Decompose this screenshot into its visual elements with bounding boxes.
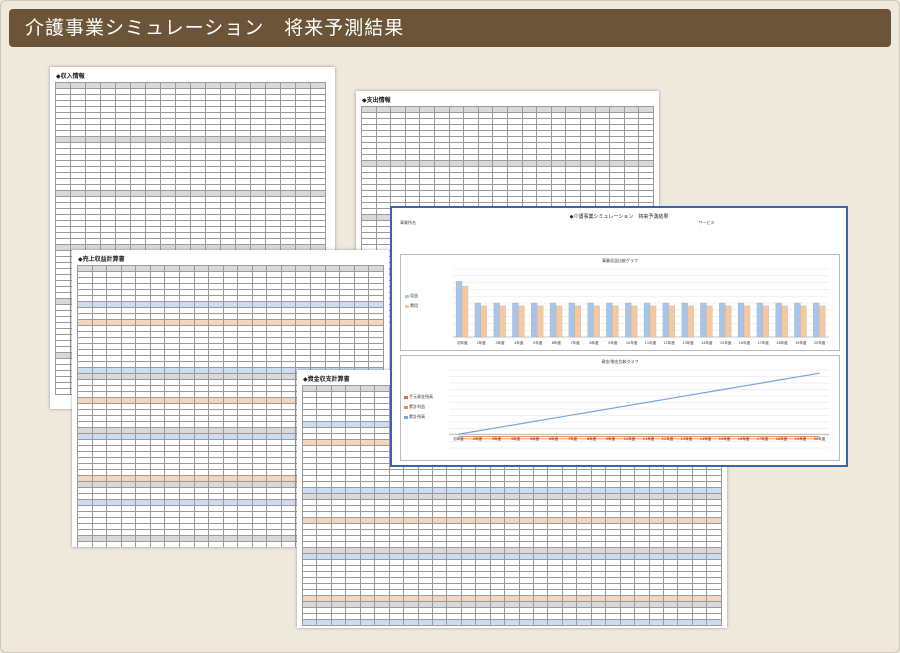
bar-chart-panel: 事業収益比較グラフ 収益 費用 初年度 2年度 3年度 4年度 5年度 6年度 7年度 8年度… (400, 254, 840, 351)
x-tick-label: 初年度 (457, 340, 468, 345)
bar (775, 302, 782, 338)
bar (593, 305, 600, 338)
bar (555, 305, 563, 338)
x-tick-label: 19年度 (795, 436, 807, 441)
x-tick-label: 13年度 (682, 340, 694, 345)
x-tick-label: 14年度 (700, 436, 712, 441)
x-tick-label: 3年度 (492, 436, 502, 441)
x-tick-label: 8年度 (587, 436, 597, 441)
bar (719, 302, 726, 338)
line-chart-panel: 資金/借金比較グラフ 手元資金残高 累計利益 累計残高 初年度 2年度 3年度 4年度… (400, 355, 840, 461)
bar (668, 305, 675, 338)
bar (700, 302, 707, 338)
x-tick-label: 17年度 (757, 340, 769, 345)
bar (455, 281, 463, 338)
x-tick-label: 9年度 (608, 340, 618, 345)
x-tick-label: 4年度 (514, 340, 524, 345)
x-tick-label: 3年度 (495, 340, 505, 345)
x-tick-label: 16年度 (739, 340, 751, 345)
bar (480, 305, 487, 338)
expense-sheet-title: ◆支出情報 (362, 97, 391, 104)
x-tick-label: 18年度 (776, 436, 788, 441)
x-tick-label: 18年度 (776, 340, 788, 345)
series-line (458, 372, 820, 435)
bar (587, 302, 594, 338)
x-tick-label: 17年度 (757, 436, 769, 441)
x-tick-label: 11年度 (643, 436, 655, 441)
x-tick-label: 5年度 (530, 436, 540, 441)
income-sheet-title: ◆収入情報 (56, 73, 85, 80)
bar (461, 285, 469, 338)
x-tick-label: 16年度 (738, 436, 750, 441)
bar (512, 302, 519, 338)
x-tick-label: 4年度 (511, 436, 521, 441)
x-tick-label: 10年度 (624, 436, 636, 441)
meta-right: サービス (698, 220, 715, 225)
bar (549, 302, 557, 338)
bar (743, 305, 751, 338)
chart-window: ◆介護事業シミュレーション 将来予測結果 事業所名 サービス 事業収益比較グラフ… (390, 206, 848, 467)
bar (681, 302, 688, 338)
bar (800, 305, 807, 338)
line-chart: 初年度 2年度 3年度 4年度 5年度 6年度 7年度 8年度 9年度 10年度 11年度 12年度 1… (449, 369, 829, 449)
bar (631, 305, 638, 338)
x-tick-label: 20年度 (814, 436, 826, 441)
bar (531, 302, 538, 338)
bar-chart: 初年度 2年度 3年度 4年度 5年度 6年度 7年度 8年度 9年度 10年度 11年度 12年度 1… (453, 268, 829, 345)
bar (649, 305, 657, 338)
bar (643, 302, 651, 338)
bar (662, 302, 669, 338)
x-tick-label: 20年度 (814, 340, 826, 345)
x-tick-label: 6年度 (552, 340, 562, 345)
bar (737, 302, 745, 338)
bar (499, 305, 506, 338)
x-tick-label: 19年度 (795, 340, 807, 345)
bar (568, 302, 575, 338)
x-tick-label: 12年度 (663, 340, 675, 345)
bar (574, 305, 581, 338)
x-tick-label: 7年度 (568, 436, 578, 441)
bar (813, 302, 820, 338)
meta-left: 事業所名 (400, 220, 416, 225)
bar (781, 305, 788, 338)
bar (794, 302, 801, 338)
bar (606, 302, 613, 338)
x-tick-label: 14年度 (701, 340, 713, 345)
bar (725, 305, 732, 338)
cashflow-sheet-title: ◆売上収益計算書 (78, 256, 125, 263)
x-tick-label: 6年度 (549, 436, 559, 441)
x-tick-label: 2年度 (477, 340, 487, 345)
x-tick-label: 13年度 (681, 436, 693, 441)
x-tick-label: 11年度 (645, 340, 657, 345)
x-tick-label: 5年度 (533, 340, 543, 345)
bar (493, 302, 500, 338)
bar (474, 302, 481, 338)
x-tick-label: 9年度 (606, 436, 616, 441)
bar (625, 302, 632, 338)
bar (819, 305, 826, 338)
x-tick-label: 12年度 (662, 436, 674, 441)
bar (756, 302, 763, 338)
page-title: 介護事業シミュレーション 将来予測結果 (9, 9, 891, 47)
bar (762, 305, 769, 338)
bar (687, 305, 694, 338)
bar (537, 305, 544, 338)
x-tick-label: 8年度 (589, 340, 599, 345)
chart-window-title: ◆介護事業シミュレーション 将来予測結果 (569, 214, 669, 220)
bar (706, 305, 713, 338)
x-tick-label: 7年度 (571, 340, 581, 345)
chart-window-meta: 事業所名 サービス (392, 220, 846, 226)
x-tick-label: 15年度 (720, 340, 732, 345)
bar (518, 305, 525, 338)
x-tick-label: 初年度 (453, 436, 464, 441)
x-tick-label: 15年度 (719, 436, 731, 441)
x-tick-label: 2年度 (473, 436, 483, 441)
bar (612, 305, 619, 338)
x-tick-label: 10年度 (626, 340, 638, 345)
